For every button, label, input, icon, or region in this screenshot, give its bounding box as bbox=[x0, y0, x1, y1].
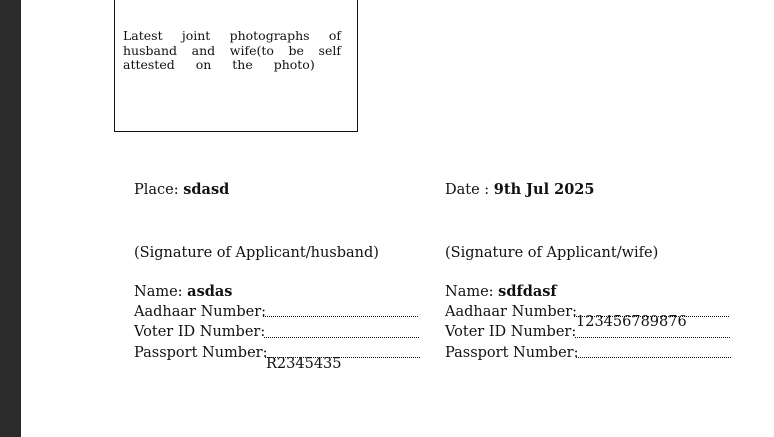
date-label: Date : bbox=[445, 182, 490, 198]
place-value: sdasd bbox=[183, 181, 230, 198]
photo-instruction-line: husband and wife(to be self bbox=[123, 42, 341, 58]
viewer-side-panel bbox=[0, 0, 21, 437]
husband-name-label: Name: bbox=[134, 284, 183, 300]
wife-voter-line bbox=[575, 337, 730, 338]
husband-signature-caption: (Signature of Applicant/husband) bbox=[134, 245, 379, 261]
photo-instruction-line: attested on the photo) bbox=[123, 57, 315, 72]
photo-instructions: Latest joint photographs of husband and … bbox=[123, 28, 341, 73]
date-field: Date : 9th Jul 2025 bbox=[445, 181, 595, 198]
husband-name-field: Name: asdas bbox=[134, 283, 232, 300]
husband-voter-label: Voter ID Number: bbox=[134, 324, 266, 340]
husband-voter-line bbox=[264, 337, 419, 338]
husband-aadhaar-label: Aadhaar Number: bbox=[134, 304, 267, 320]
place-label: Place: bbox=[134, 182, 179, 198]
wife-name-field: Name: sdfdasf bbox=[445, 283, 557, 300]
wife-passport-line bbox=[576, 357, 731, 358]
wife-voter-label: Voter ID Number: bbox=[445, 324, 577, 340]
place-field: Place: sdasd bbox=[134, 181, 229, 198]
photo-placeholder-box: Latest joint photographs of husband and … bbox=[114, 0, 358, 132]
date-value: 9th Jul 2025 bbox=[493, 181, 595, 198]
husband-name-value: asdas bbox=[187, 283, 233, 300]
wife-name-value: sdfdasf bbox=[498, 283, 557, 300]
husband-passport-value: R2345435 bbox=[266, 356, 342, 372]
wife-name-label: Name: bbox=[445, 284, 494, 300]
wife-aadhaar-label: Aadhaar Number: bbox=[445, 304, 578, 320]
wife-signature-caption: (Signature of Applicant/wife) bbox=[445, 245, 659, 261]
wife-aadhaar-value: 123456789876 bbox=[576, 314, 687, 330]
husband-aadhaar-line bbox=[263, 316, 418, 317]
husband-passport-label: Passport Number: bbox=[134, 345, 268, 361]
photo-instruction-line: Latest joint photographs of bbox=[123, 28, 341, 43]
wife-passport-label: Passport Number: bbox=[445, 345, 579, 361]
